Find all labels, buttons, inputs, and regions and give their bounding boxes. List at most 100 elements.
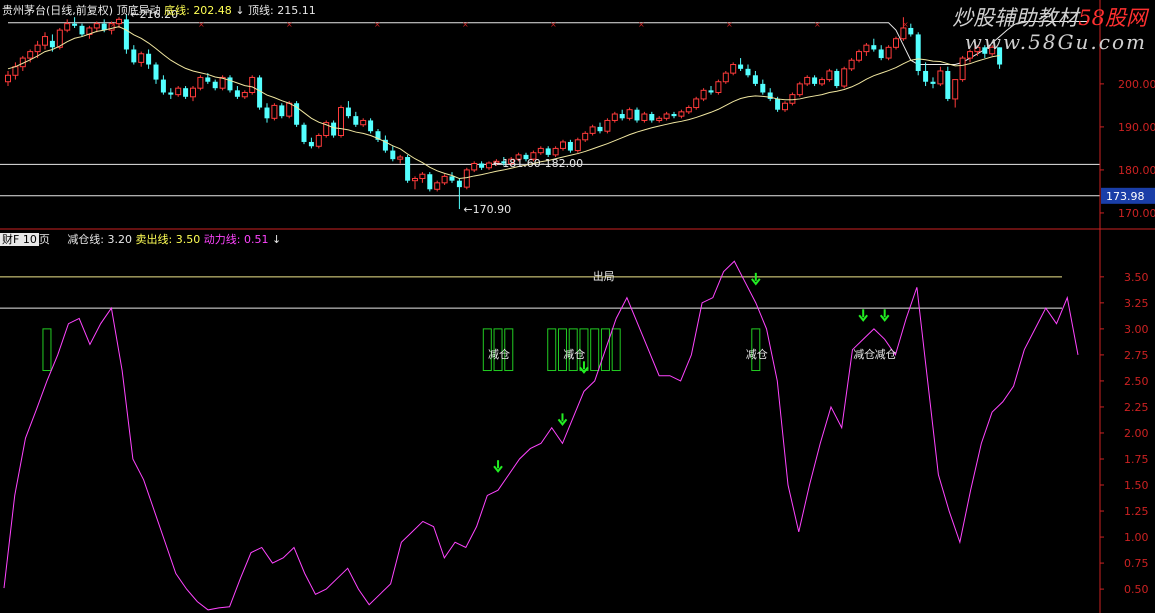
candle-body	[183, 88, 189, 97]
candle-body	[841, 68, 848, 87]
candle-body	[49, 40, 55, 48]
candle-body	[64, 23, 71, 31]
candle-body	[175, 87, 182, 96]
candle-body	[160, 79, 166, 93]
candle-body	[656, 117, 663, 121]
exit-label: 出局	[593, 269, 615, 283]
candle-body	[5, 74, 11, 83]
candle-body	[449, 176, 455, 181]
candle-body	[908, 27, 914, 35]
y-tick-label: 170.00	[1118, 207, 1155, 220]
reduce-label: 减仓	[853, 347, 875, 361]
candle-body	[249, 76, 256, 93]
candle-body	[271, 104, 278, 119]
top-line-label: 顶线:	[248, 4, 274, 17]
top-line-value: 215.11	[277, 4, 316, 17]
candle-body	[257, 77, 263, 108]
current-price-label: 173.98	[1106, 190, 1145, 203]
indicator-name: 顶底异动	[116, 4, 161, 17]
candle-body	[345, 107, 351, 117]
event-marker: ×	[462, 20, 469, 29]
candle-body	[611, 113, 618, 121]
y-tick-label: 3.00	[1124, 323, 1149, 336]
candle-body	[959, 57, 966, 81]
candle-body	[745, 68, 751, 76]
price-annotation: ←181.60-182.00	[493, 157, 583, 170]
candle-body	[700, 89, 707, 100]
candle-body	[782, 102, 788, 111]
candle-body	[264, 107, 270, 119]
candle-body	[937, 70, 944, 85]
candle-body	[952, 79, 959, 100]
candle-body	[730, 64, 737, 74]
candle-body	[434, 182, 441, 190]
candle-body	[619, 114, 625, 119]
power-line-series	[3, 260, 1079, 611]
candle-body	[885, 46, 892, 59]
candle-body	[752, 75, 758, 84]
candle-body	[760, 83, 766, 93]
candle-body	[545, 148, 551, 155]
sell-arrow-icon	[557, 413, 568, 426]
y-tick-label: 1.00	[1124, 531, 1149, 544]
candle-body	[153, 64, 159, 80]
candle-body	[945, 70, 951, 99]
candle-body	[72, 23, 78, 26]
y-tick-label: 1.25	[1124, 505, 1149, 518]
event-marker: ×	[638, 20, 645, 29]
candle-body	[116, 18, 122, 25]
candle-body	[212, 81, 218, 89]
candle-body	[626, 109, 633, 119]
sell-line-label: 卖出线:	[135, 233, 173, 246]
candle-body	[574, 139, 581, 152]
watermark-line1: 炒股辅助教材58股网	[952, 2, 1147, 32]
candle-body	[604, 119, 611, 132]
candle-body	[12, 66, 19, 76]
period-suffix: 页	[38, 233, 50, 246]
period-box[interactable]: 财F 10	[0, 233, 39, 246]
candle-body	[819, 79, 825, 85]
moving-average-line	[7, 26, 1000, 180]
candle-body	[848, 59, 855, 70]
y-tick-label: 2.75	[1124, 349, 1149, 362]
candle-body	[301, 124, 307, 142]
period-prefix: 财F	[2, 233, 20, 246]
candle-body	[789, 94, 796, 104]
candle-body	[693, 98, 700, 109]
event-marker: ×	[902, 20, 909, 29]
stock-title: 贵州茅台(日线,前复权)	[2, 4, 114, 17]
candle-body	[678, 111, 685, 117]
candle-body	[663, 113, 670, 119]
sell-line-value: 3.50	[175, 233, 201, 246]
candle-body	[893, 38, 899, 48]
sell-arrow-icon	[879, 309, 890, 322]
candle-body	[338, 107, 344, 137]
reduce-zone-bar	[42, 328, 52, 372]
reduce-line-value: 3.20	[107, 233, 133, 246]
candle-body	[834, 70, 840, 87]
candle-body	[42, 36, 48, 46]
candle-body	[279, 105, 285, 117]
down-arrow-icon: ↓	[271, 233, 282, 246]
candle-body	[856, 51, 862, 61]
y-tick-label: 0.50	[1124, 583, 1149, 596]
candle-body	[775, 98, 781, 110]
candle-body	[123, 19, 129, 50]
candle-body	[671, 114, 677, 117]
reduce-line-label: 减仓线:	[67, 233, 105, 246]
candle-body	[27, 51, 34, 59]
watermark-line2: www.58Gu.com	[964, 30, 1147, 54]
power-line-value: 0.51	[243, 233, 269, 246]
reduce-label: 减仓	[875, 347, 897, 361]
watermark-text: 炒股辅助教材	[952, 6, 1079, 30]
candle-body	[486, 162, 492, 169]
reduce-label: 减仓	[488, 347, 510, 361]
event-marker: ×	[550, 20, 557, 29]
candle-body	[708, 90, 714, 93]
candle-body	[552, 147, 559, 156]
candle-body	[900, 27, 907, 40]
candle-body	[634, 109, 640, 121]
candle-body	[863, 44, 870, 53]
candle-body	[34, 44, 41, 53]
candle-body	[722, 72, 729, 83]
